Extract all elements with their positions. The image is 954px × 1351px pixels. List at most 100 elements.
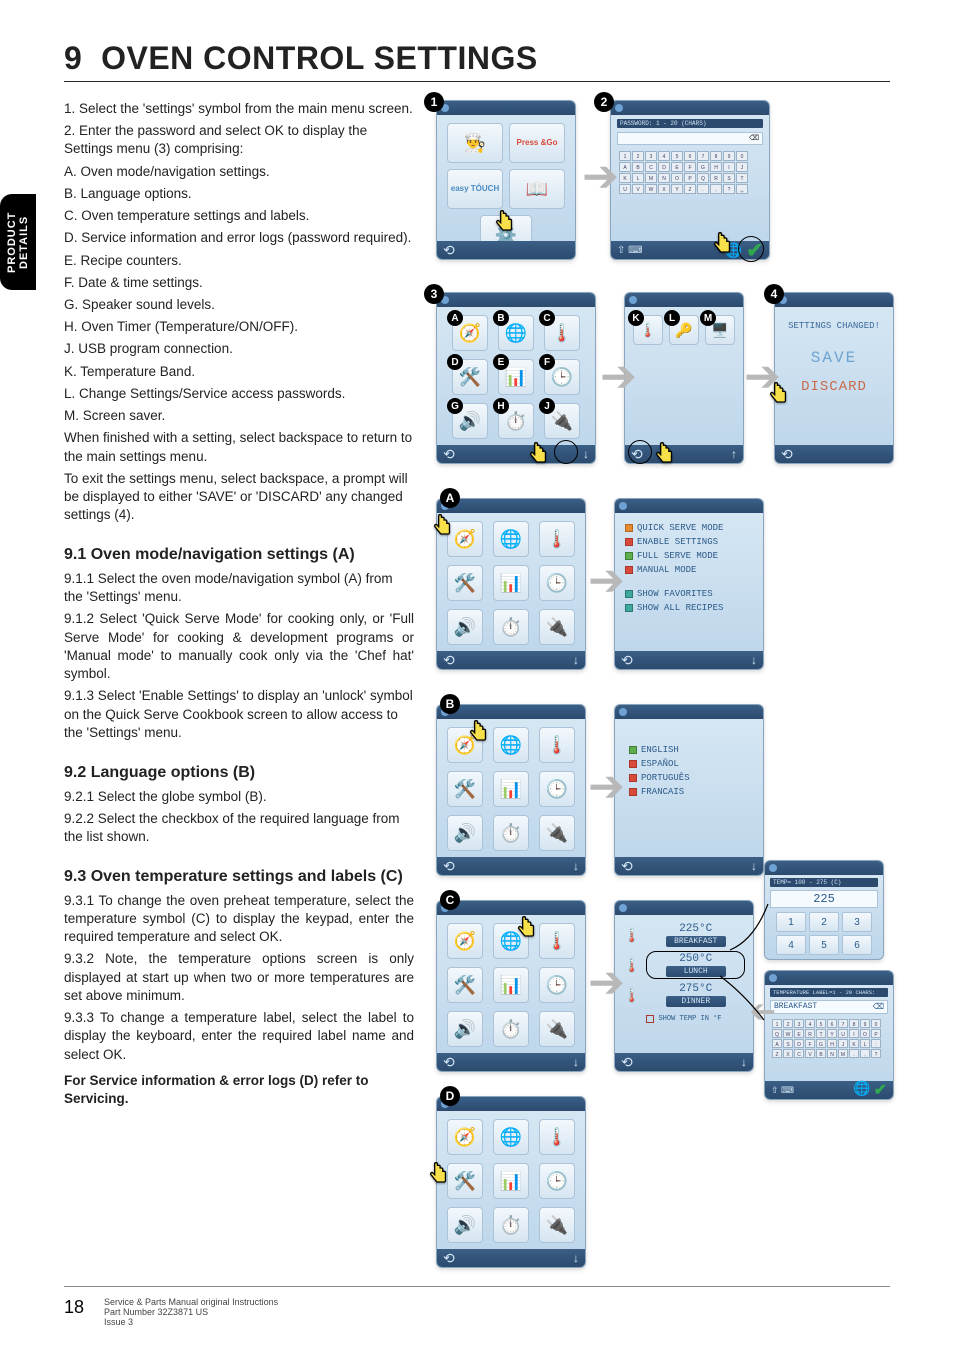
temp-range-hint: TEMP= 100 - 275 (C)	[770, 878, 878, 887]
lang-row-4: FRANCAIS	[629, 785, 690, 799]
hand-pointer-icon	[464, 718, 496, 757]
intro-m: M. Screen saver.	[64, 407, 414, 425]
heading-9-3: 9.3 Oven temperature settings and labels…	[64, 866, 414, 888]
hand-pointer-icon	[764, 380, 796, 419]
intro-d: D. Service information and error logs (p…	[64, 229, 414, 247]
marker-2: 2	[594, 92, 614, 112]
hand-pointer-icon	[512, 914, 544, 953]
screen-select-b: 🧭🌐🌡️ 🛠️📊🕒 🔊⏱️🔌 ⟲↓	[436, 704, 586, 876]
settings-item-l: 🔑L	[669, 315, 699, 345]
chapter-name: OVEN CONTROL SETTINGS	[101, 40, 538, 76]
page-number: 18	[64, 1297, 84, 1318]
lang-row-3: PORTUGUÊS	[629, 771, 690, 785]
show-temp-f-label: SHOW TEMP IN °F	[658, 1015, 721, 1023]
screen-settings-menu-1: 🧭A 🌐B 🌡️C 🛠️D 📊E 🕒F 🔊G ⏱️H 🔌J ⟲↓	[436, 292, 596, 464]
temp-display: 225	[770, 890, 878, 908]
hand-pointer-icon	[424, 1160, 456, 1199]
settings-item-e: 📊E	[498, 359, 534, 395]
settings-item-c: 🌡️C	[544, 315, 580, 351]
screen-select-c: 🧭🌐🌡️ 🛠️📊🕒 🔊⏱️🔌 ⟲↓	[436, 900, 586, 1072]
thermometer-icon: 🌡️	[539, 923, 575, 959]
arrow-right-icon: ➔	[588, 570, 618, 600]
label-display: BREAKFAST	[774, 1002, 817, 1012]
hand-pointer-icon	[490, 208, 522, 247]
page-footer: 18 Service & Parts Manual original Instr…	[64, 1286, 890, 1327]
arrow-right-icon: ➔	[582, 166, 612, 196]
settings-item-f: 🕒F	[544, 359, 580, 395]
settings-changed-label: SETTINGS CHANGED!	[775, 321, 893, 331]
settings-item-g: 🔊G	[452, 403, 488, 439]
ok-check-icon: ✔	[746, 238, 763, 261]
arrow-right-icon: ➔	[588, 972, 618, 1002]
marker-a: A	[440, 488, 460, 508]
back-icon: ⟲	[781, 446, 793, 463]
thermometer-icon: 🌡️	[539, 521, 575, 557]
screen-password: PASSWORD: 1 - 20 (CHARS) ⌫ 1234567890 AB…	[610, 100, 770, 260]
hand-pointer-icon	[428, 512, 460, 551]
marker-d: D	[440, 1086, 460, 1106]
figure-area: 1 👨‍🍳 Press &Go easy TÓUCH 📖 ⚙️ ⟲ ➔ 2 PA…	[424, 100, 890, 1112]
mode-row-4: MANUAL MODE	[625, 563, 757, 577]
speaker-icon: 🔊	[447, 609, 483, 645]
lang-row-2: ESPAÑOL	[629, 757, 690, 771]
usb-icon: 🔌	[539, 609, 575, 645]
arrow-right-icon: ➔	[600, 366, 630, 396]
body-text: 1. Select the 'settings' symbol from the…	[64, 100, 414, 1112]
clear-icon: ⌫	[749, 134, 759, 143]
mode-row-1: QUICK SERVE MODE	[625, 521, 757, 535]
lang-row-1: ENGLISH	[629, 743, 690, 757]
temp-value-1: 225°C	[679, 923, 712, 935]
heading-9-1: 9.1 Oven mode/navigation settings (A)	[64, 544, 414, 566]
mode-row-2: ENABLE SETTINGS	[625, 535, 757, 549]
temp-value-2: 250°C	[679, 953, 712, 965]
settings-item-m: 🖥️M	[705, 315, 735, 345]
screen-save-discard: SETTINGS CHANGED! SAVE DISCARD ⟲	[774, 292, 894, 464]
clear-icon: ⌫	[873, 1002, 884, 1012]
marker-3: 3	[424, 284, 444, 304]
globe-icon: 🌐	[493, 521, 529, 557]
hand-pointer-icon	[524, 440, 556, 479]
side-tab: PRODUCT DETAILS	[0, 194, 36, 290]
press-go-button: Press &Go	[509, 123, 565, 163]
p-9-2-2: 9.2.2 Select the checkbox of the require…	[64, 810, 414, 846]
chapter-number: 9	[64, 40, 82, 76]
save-button: SAVE	[775, 349, 893, 367]
screen-select-d: 🧭🌐🌡️ 🛠️📊🕒 🔊⏱️🔌 ⟲↓	[436, 1096, 586, 1268]
p-9-1-3: 9.1.3 Select 'Enable Settings' to displa…	[64, 687, 414, 742]
intro-b: B. Language options.	[64, 185, 414, 203]
settings-item-k: 🌡️K	[633, 315, 663, 345]
marker-b: B	[440, 694, 460, 714]
intro-exit: To exit the settings menu, select backsp…	[64, 470, 414, 525]
screen-language-list: ENGLISH ESPAÑOL PORTUGUÊS FRANCAIS ⟲↓	[614, 704, 764, 876]
counter-icon: 📊	[493, 565, 529, 601]
intro-j: J. USB program connection.	[64, 340, 414, 358]
wrench-icon: 🛠️	[447, 565, 483, 601]
intro-e: E. Recipe counters.	[64, 252, 414, 270]
arrow-right-icon: ➔	[588, 776, 618, 806]
marker-4: 4	[764, 284, 784, 304]
mode-row-6: SHOW ALL RECIPES	[625, 601, 757, 615]
intro-l: L. Change Settings/Service access passwo…	[64, 385, 414, 403]
screen-settings-menu-2: 🌡️K 🔑L 🖥️M ⟲↑	[624, 292, 744, 464]
intro-h: H. Oven Timer (Temperature/ON/OFF).	[64, 318, 414, 336]
label-range-hint: TEMPERATURE LABEL=1 - 20 CHARS:	[770, 988, 888, 997]
intro-back: When finished with a setting, select bac…	[64, 429, 414, 465]
intro-a: A. Oven mode/navigation settings.	[64, 163, 414, 181]
screen-temp-numpad: TEMP= 100 - 275 (C) 225 123 456	[764, 860, 884, 960]
onscreen-keyboard: 1234567890 QWERTYUIOP ASDFGHJKL: ZXCVBNM…	[770, 1017, 888, 1060]
note-service: For Service information & error logs (D)…	[64, 1072, 414, 1108]
chapter-title: 9 OVEN CONTROL SETTINGS	[64, 40, 890, 82]
screen-mode-list: QUICK SERVE MODE ENABLE SETTINGS FULL SE…	[614, 498, 764, 670]
intro-f: F. Date & time settings.	[64, 274, 414, 292]
clock-icon: 🕒	[539, 565, 575, 601]
book-icon: 📖	[509, 169, 565, 209]
mode-row-3: FULL SERVE MODE	[625, 549, 757, 563]
marker-c: C	[440, 890, 460, 910]
timer-icon: ⏱️	[493, 609, 529, 645]
globe-icon: 🌐	[493, 727, 529, 763]
intro-g: G. Speaker sound levels.	[64, 296, 414, 314]
settings-item-h: ⏱️H	[498, 403, 534, 439]
screen-label-keyboard: TEMPERATURE LABEL=1 - 20 CHARS: BREAKFAS…	[764, 970, 894, 1100]
hand-pointer-icon	[650, 440, 682, 479]
back-icon: ⟲	[631, 446, 643, 463]
